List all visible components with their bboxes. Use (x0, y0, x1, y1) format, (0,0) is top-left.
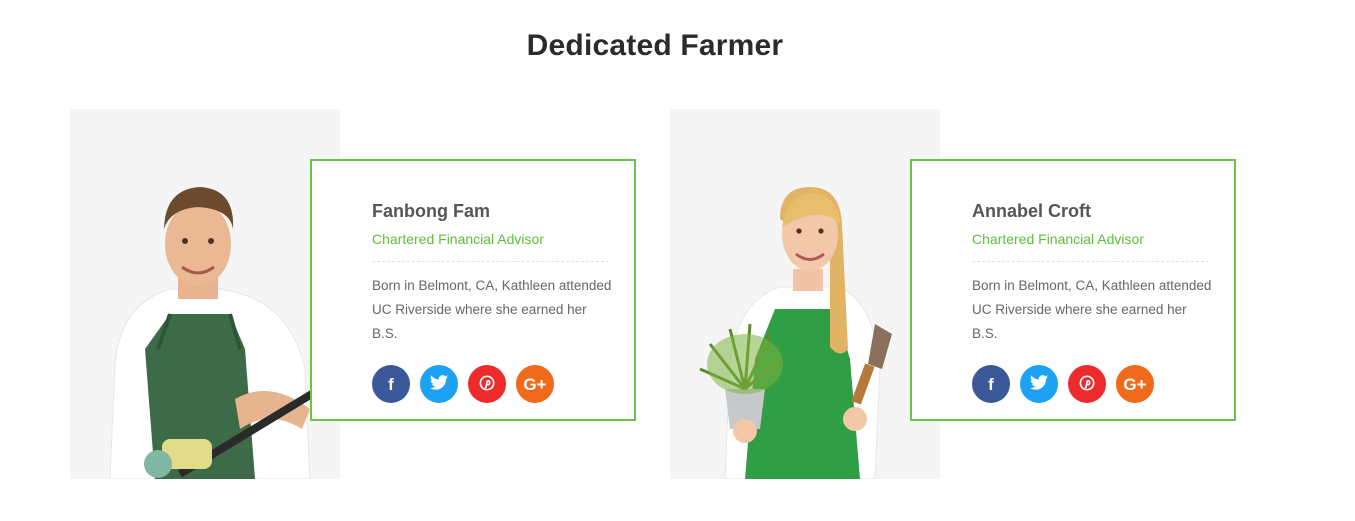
facebook-button[interactable]: f (972, 365, 1010, 403)
facebook-icon: f (988, 374, 994, 394)
member-name: Fanbong Fam (372, 201, 490, 221)
divider (372, 261, 609, 262)
google-plus-icon: G+ (1123, 374, 1147, 394)
member-role: Chartered Financial Advisor (372, 231, 544, 247)
farmer-female-illustration (699, 187, 892, 479)
member-photo (670, 109, 940, 479)
member-role: Chartered Financial Advisor (972, 231, 1144, 247)
google-plus-button[interactable]: G+ (1116, 365, 1154, 403)
pinterest-button[interactable] (468, 365, 506, 403)
google-plus-button[interactable]: G+ (516, 365, 554, 403)
pinterest-button[interactable] (1068, 365, 1106, 403)
google-plus-icon: G+ (523, 374, 547, 394)
member-photo (70, 109, 340, 479)
pinterest-icon (1079, 375, 1095, 394)
member-bio: Born in Belmont, CA, Kathleen attended U… (372, 278, 612, 341)
pinterest-icon (479, 375, 495, 394)
section-title: Dedicated Farmer (526, 29, 784, 62)
divider (972, 261, 1209, 262)
member-info-box: Annabel Croft Chartered Financial Adviso… (910, 159, 1236, 421)
twitter-icon (1030, 375, 1048, 393)
farmer-male-illustration (109, 187, 323, 479)
social-links: f G+ (972, 365, 1154, 403)
twitter-button[interactable] (1020, 365, 1058, 403)
facebook-icon: f (388, 374, 394, 394)
twitter-button[interactable] (420, 365, 458, 403)
facebook-button[interactable]: f (372, 365, 410, 403)
member-info-box: Fanbong Fam Chartered Financial Advisor … (310, 159, 636, 421)
team-member-card: Fanbong Fam Chartered Financial Advisor … (70, 109, 640, 479)
social-links: f G+ (372, 365, 554, 403)
team-member-card: Annabel Croft Chartered Financial Adviso… (670, 109, 1240, 479)
member-bio: Born in Belmont, CA, Kathleen attended U… (972, 278, 1212, 341)
twitter-icon (430, 375, 448, 393)
member-name: Annabel Croft (972, 201, 1091, 221)
